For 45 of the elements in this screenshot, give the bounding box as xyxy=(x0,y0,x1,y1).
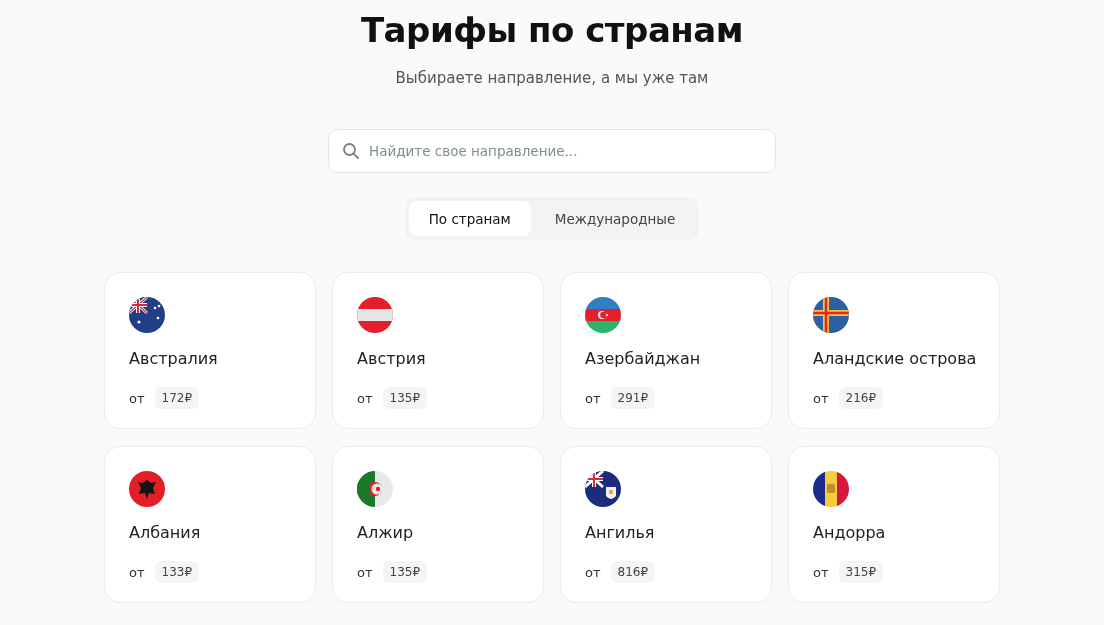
flag-icon xyxy=(585,471,621,507)
price-badge: 135₽ xyxy=(382,387,428,409)
price-prefix: от xyxy=(585,564,601,580)
price-prefix: от xyxy=(585,390,601,406)
price-prefix: от xyxy=(129,564,145,580)
flag-icon xyxy=(129,471,165,507)
price-prefix: от xyxy=(129,390,145,406)
country-card[interactable]: Албания от 133₽ xyxy=(104,446,316,603)
flag-icon xyxy=(357,471,393,507)
flag-icon xyxy=(813,471,849,507)
country-card[interactable]: Ангилья от 816₽ xyxy=(560,446,772,603)
country-name: Австралия xyxy=(129,348,218,370)
flag-icon xyxy=(357,297,393,333)
search-field[interactable]: Найдите свое направление... xyxy=(328,129,776,173)
country-name: Австрия xyxy=(357,348,426,370)
tab[interactable]: По странам xyxy=(408,201,531,236)
country-name: Ангилья xyxy=(585,522,655,544)
flag-icon xyxy=(585,297,621,333)
price-prefix: от xyxy=(813,390,829,406)
price-badge: 291₽ xyxy=(610,387,656,409)
page-subtitle: Выбираете направление, а мы уже там xyxy=(395,68,709,88)
country-name: Алжир xyxy=(357,522,414,544)
country-card[interactable]: Алжир от 135₽ xyxy=(332,446,544,603)
page-title: Тарифы по странам xyxy=(360,10,744,50)
price-badge: 816₽ xyxy=(610,561,656,583)
flag-icon xyxy=(813,297,849,333)
tab[interactable]: Международные xyxy=(534,201,696,236)
country-card[interactable]: Аландские острова от 216₽ xyxy=(788,272,1000,429)
country-name: Аландские острова xyxy=(813,348,977,370)
price-prefix: от xyxy=(813,564,829,580)
flag-icon xyxy=(129,297,165,333)
price-prefix: от xyxy=(357,390,373,406)
country-card[interactable]: Андорра от 315₽ xyxy=(788,446,1000,603)
country-name: Андорра xyxy=(813,522,886,544)
price-badge: 216₽ xyxy=(838,387,884,409)
price-badge: 172₽ xyxy=(154,387,200,409)
country-name: Албания xyxy=(129,522,201,544)
price-prefix: от xyxy=(357,564,373,580)
price-badge: 135₽ xyxy=(382,561,428,583)
country-card[interactable]: Азербайджан от 291₽ xyxy=(560,272,772,429)
price-badge: 315₽ xyxy=(838,561,884,583)
country-name: Азербайджан xyxy=(585,348,701,370)
country-card[interactable]: Австралия от 172₽ xyxy=(104,272,316,429)
price-badge: 133₽ xyxy=(154,561,200,583)
country-card[interactable]: Австрия от 135₽ xyxy=(332,272,544,429)
